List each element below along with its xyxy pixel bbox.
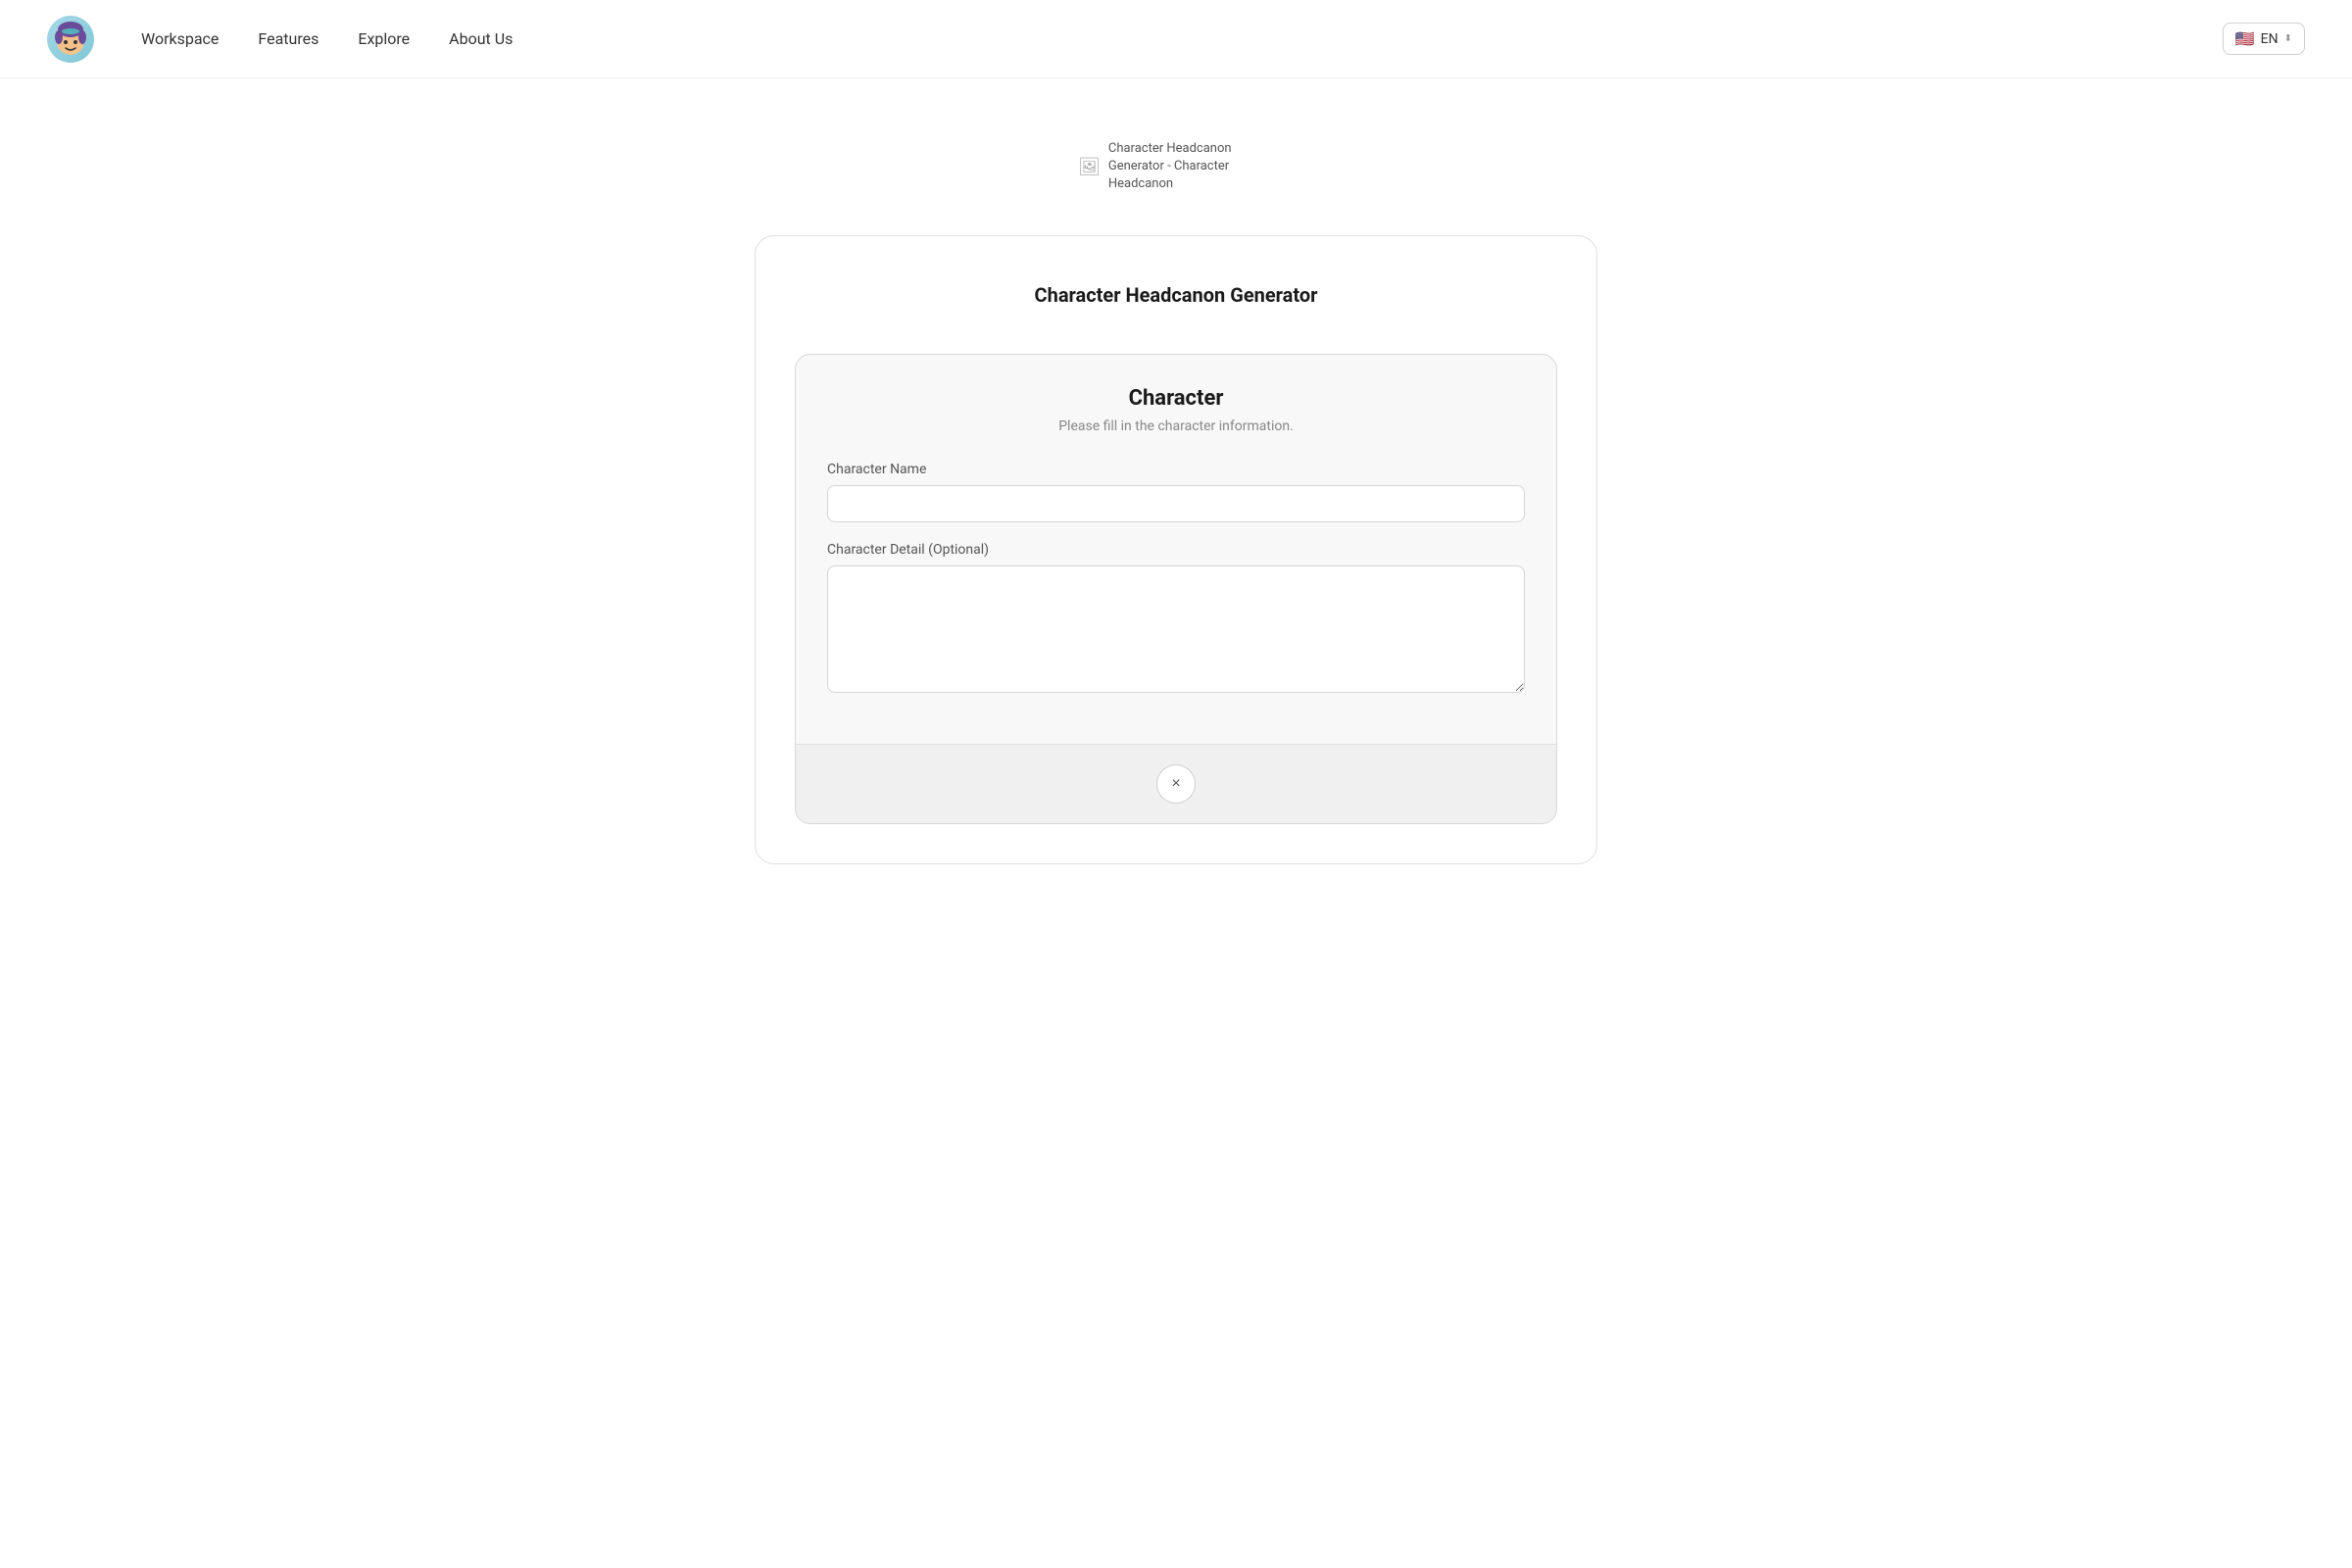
card-title: Character Headcanon Generator xyxy=(795,283,1557,307)
character-name-label: Character Name xyxy=(827,462,1525,477)
character-detail-group: Character Detail (Optional) xyxy=(827,542,1525,697)
broken-image-box: 🖼 Character Headcanon Generator - Charac… xyxy=(1078,137,1274,196)
flag-icon: 🇺🇸 xyxy=(2235,29,2255,48)
form-card-heading: Character xyxy=(827,386,1525,411)
nav-item-explore[interactable]: Explore xyxy=(358,29,410,48)
logo-area xyxy=(47,16,94,63)
character-name-group: Character Name xyxy=(827,462,1525,522)
character-detail-textarea[interactable] xyxy=(827,565,1525,693)
navbar: Workspace Features Explore About Us 🇺🇸 E… xyxy=(0,0,2352,78)
language-selector[interactable]: 🇺🇸 EN ⬍ xyxy=(2223,23,2305,55)
main-content: 🖼 Character Headcanon Generator - Charac… xyxy=(0,78,2352,943)
navbar-left: Workspace Features Explore About Us xyxy=(47,16,513,63)
form-card-subtitle: Please fill in the character information… xyxy=(827,418,1525,434)
chevron-icon: ⬍ xyxy=(2284,33,2292,44)
page-image-placeholder: 🖼 Character Headcanon Generator - Charac… xyxy=(1078,137,1274,196)
logo-icon xyxy=(47,16,94,63)
broken-image-icon: 🖼 xyxy=(1078,157,1101,177)
form-card-body: Character Please fill in the character i… xyxy=(796,355,1556,744)
form-card: Character Please fill in the character i… xyxy=(795,354,1557,824)
nav-item-about-us[interactable]: About Us xyxy=(449,29,513,48)
nav-item-workspace[interactable]: Workspace xyxy=(141,29,219,48)
character-detail-label: Character Detail (Optional) xyxy=(827,542,1525,558)
nav-item-features[interactable]: Features xyxy=(258,29,318,48)
main-card: Character Headcanon Generator Character … xyxy=(755,235,1597,864)
broken-image-text: Character Headcanon Generator - Characte… xyxy=(1108,140,1274,194)
character-name-input[interactable] xyxy=(827,485,1525,522)
close-button[interactable]: × xyxy=(1156,764,1196,804)
form-card-footer: × xyxy=(796,744,1556,823)
language-code: EN xyxy=(2261,31,2278,47)
nav-links: Workspace Features Explore About Us xyxy=(141,29,513,48)
